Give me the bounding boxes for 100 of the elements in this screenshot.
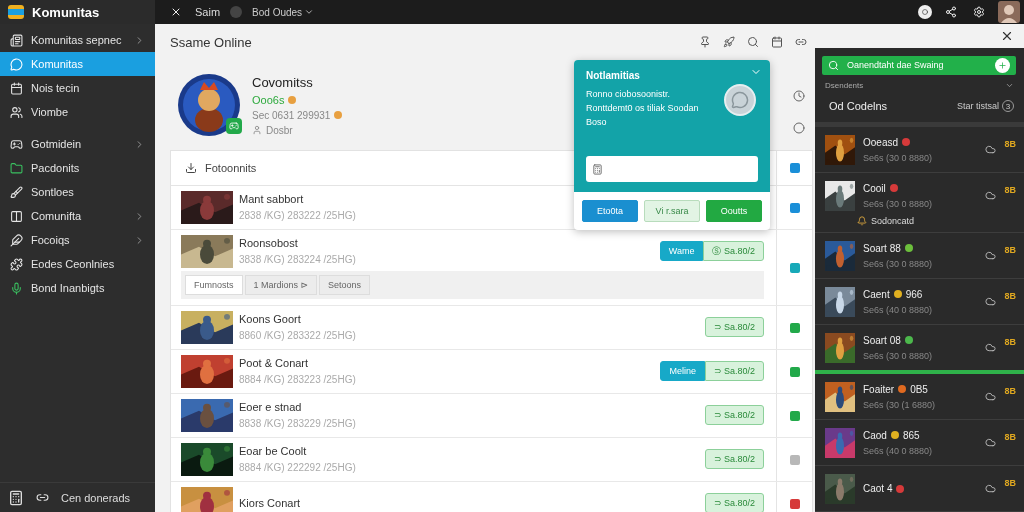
sidebar-item[interactable]: Bond Inanbigts: [0, 276, 155, 300]
filter-chip[interactable]: 1 Mardions ⊳: [244, 275, 318, 295]
clock-icon[interactable]: [793, 90, 805, 102]
status-dot-icon: [230, 6, 243, 18]
game-subtitle: 3838 /KG) 283224 /25HG): [239, 254, 356, 265]
info-icon[interactable]: [918, 5, 932, 19]
rocket-icon[interactable]: [723, 36, 735, 48]
sidebar-item-icon: [10, 81, 23, 95]
sidebar-item[interactable]: Focoiqs: [0, 228, 155, 252]
friend-detail: Se6s (40 0 8880): [863, 304, 934, 315]
profile-name: Covomitss: [252, 74, 314, 90]
action-button[interactable]: Ⓢ Sa.80/2: [703, 241, 764, 261]
tab-label[interactable]: Saim: [195, 6, 221, 18]
logo-icon: [8, 5, 24, 19]
sidebar-item-icon: [10, 233, 23, 247]
game-subtitle: 8884 /KG) 222292 /25HG): [239, 462, 356, 473]
plus-icon: [995, 57, 1010, 73]
filter-chip[interactable]: Setoons: [319, 275, 371, 295]
sidebar-label: Eodes Ceonlnies: [31, 258, 116, 270]
caret-icon[interactable]: [1005, 81, 1014, 90]
game-subtitle: 8884 /KG) 283223 /25HG): [239, 374, 356, 385]
sidebar-label: Nois tecin: [31, 82, 81, 94]
friend-name: Ooeasd: [863, 136, 899, 148]
friend-row[interactable]: Ooeasd Se6s (30 0 8880) 8B: [815, 127, 1024, 173]
game-title: Eoer e stnad: [239, 401, 302, 413]
friend-score: 8B: [1004, 386, 1016, 396]
chat-bubble-icon: [724, 84, 756, 116]
bell-icon: [857, 216, 867, 226]
friend-detail: Se6s (40 0 8880): [863, 445, 934, 456]
sidebar-item-icon: [10, 105, 23, 119]
sidebar-item[interactable]: Nois tecin: [0, 76, 155, 100]
online-badge-icon: [226, 118, 242, 134]
action-button[interactable]: ⊃ Sa.80/2: [704, 317, 764, 337]
sidebar-item-icon: [10, 161, 23, 175]
sidebar-label: Focoiqs: [31, 234, 71, 246]
input-field[interactable]: [586, 156, 758, 182]
friend-level: 0B5: [910, 383, 928, 395]
profile-location: Dosbr: [266, 124, 293, 136]
cloud-icon: [985, 483, 997, 494]
panel-caption: Dsendents: [825, 81, 864, 90]
coin-icon: [288, 95, 297, 104]
game-title: Mant sabbort: [239, 193, 304, 205]
friend-score: 8B: [1004, 432, 1016, 442]
cloud-icon: [985, 342, 997, 353]
friend-row[interactable]: Caod 865 Se6s (40 0 8880) 8B: [815, 420, 1024, 466]
sidebar-item[interactable]: Eodes Ceonlnies: [0, 252, 155, 276]
sidebar-item[interactable]: Gotmidein: [0, 132, 155, 156]
link-icon[interactable]: [795, 36, 807, 48]
friend-row[interactable]: Foaiter 0B5 Se6s (30 (1 6880) 8B: [815, 374, 1024, 420]
filter-chip[interactable]: Fumnosts: [185, 275, 243, 295]
action-button[interactable]: ⊃ Sa.80/2: [704, 493, 764, 512]
popup-message: Ronno ciobosoonistr. Ronttdemt0 os tiliak Soodan Boso: [586, 88, 700, 129]
popup-button[interactable]: Vi r.sara: [644, 200, 700, 222]
sidebar-item[interactable]: Pacdonits: [0, 156, 155, 180]
friend-name: Caent: [863, 288, 890, 300]
search-icon[interactable]: [747, 36, 759, 48]
sidebar-item[interactable]: Viombe: [0, 100, 155, 124]
caret-icon: [304, 7, 315, 17]
cloud-icon: [985, 250, 997, 261]
friend-row[interactable]: Soart 08 Se6s (30 0 8880) 8B: [815, 325, 1024, 374]
download-icon: [185, 162, 197, 174]
friend-name: Cooil: [863, 182, 886, 194]
friend-row[interactable]: Soart 88 Se6s (30 0 8880) 8B: [815, 233, 1024, 279]
sidebar-label: Gotmidein: [31, 138, 83, 150]
game-subtitle: 2838 /KG) 283222 /25HG): [239, 210, 356, 221]
menu-dropdown[interactable]: Bod Oudes: [252, 6, 315, 18]
pin-icon[interactable]: [699, 36, 711, 48]
calculator-icon[interactable]: [8, 489, 24, 506]
friend-score: 8B: [1004, 291, 1016, 301]
filter-link[interactable]: Star tistsal: [957, 101, 999, 111]
sidebar-item[interactable]: Komunitas sepnec: [0, 28, 155, 52]
action-button[interactable]: ⊃ Sa.80/2: [704, 361, 764, 381]
friend-score: 8B: [1004, 185, 1016, 195]
sidebar-label: Bond Inanbigts: [31, 282, 106, 294]
friend-row[interactable]: Caot 4 8B: [815, 466, 1024, 512]
game-title: Poot & Conart: [239, 357, 309, 369]
friend-name: Caot 4: [863, 483, 893, 494]
friend-name: Foaiter: [863, 383, 895, 395]
popup-button[interactable]: Eto0ta: [582, 200, 638, 222]
sidebar-item-icon: [10, 185, 23, 199]
popup-title: Notlamitias: [586, 70, 641, 81]
sidebar-item-icon: [10, 257, 23, 271]
sidebar-item[interactable]: Sontloes: [0, 180, 155, 204]
action-button[interactable]: ⊃ Sa.80/2: [704, 449, 764, 469]
game-title: Koons Goort: [239, 313, 301, 325]
sidebar-label: Komunitas sepnec: [31, 34, 123, 46]
friend-name: Soart 88: [863, 242, 901, 254]
page-title: Ssame Online: [170, 34, 253, 50]
search-icon: [828, 59, 839, 71]
calendar-icon[interactable]: [771, 36, 783, 48]
status-square-icon: [789, 163, 800, 173]
friend-row[interactable]: Cooil Se6s (30 0 8880) 8B Sodoncatd: [815, 173, 1024, 233]
footer-label[interactable]: Cen donerads: [61, 491, 131, 504]
sidebar-item[interactable]: Comunifta: [0, 204, 155, 228]
action-button[interactable]: ⊃ Sa.80/2: [704, 405, 764, 425]
circle-icon[interactable]: [793, 122, 805, 134]
friend-row[interactable]: Caent 966 Se6s (40 0 8880) 8B: [815, 279, 1024, 325]
sidebar-label: Viombe: [31, 106, 70, 118]
user-avatar-icon[interactable]: [998, 1, 1020, 23]
profile-id: Sec 0631 299931: [252, 109, 331, 121]
